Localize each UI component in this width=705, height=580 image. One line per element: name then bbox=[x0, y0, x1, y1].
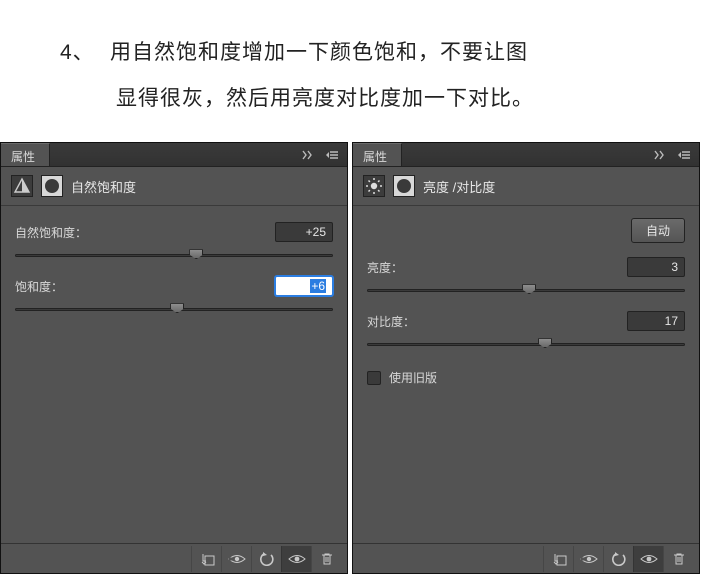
instruction-line2: 显得很灰，然后用亮度对比度加一下对比。 bbox=[60, 76, 645, 122]
instruction-text: 4、用自然饱和度增加一下颜色饱和，不要让图 显得很灰，然后用亮度对比度加一下对比… bbox=[0, 0, 705, 142]
panel-tab-bar: 属性 bbox=[1, 143, 347, 167]
collapse-icon[interactable] bbox=[651, 147, 671, 163]
adjustment-title: 亮度 /对比度 bbox=[423, 177, 495, 196]
clip-to-layer-icon[interactable] bbox=[543, 546, 573, 572]
panel-footer bbox=[1, 543, 347, 573]
view-previous-icon[interactable] bbox=[573, 546, 603, 572]
panel-menu-icon[interactable] bbox=[323, 147, 343, 163]
saturation-label: 饱和度： bbox=[15, 278, 63, 295]
brightness-slider-thumb[interactable] bbox=[522, 284, 536, 294]
saturation-slider[interactable] bbox=[15, 302, 333, 316]
view-previous-icon[interactable] bbox=[221, 546, 251, 572]
panel-footer bbox=[353, 543, 699, 573]
brightness-contrast-panel: 属性 亮度 /对比度 自动 亮度： bbox=[352, 142, 700, 574]
collapse-icon[interactable] bbox=[299, 147, 319, 163]
layer-mask-icon[interactable] bbox=[41, 175, 63, 197]
vibrance-slider[interactable] bbox=[15, 248, 333, 262]
vibrance-slider-thumb[interactable] bbox=[189, 249, 203, 259]
tab-properties[interactable]: 属性 bbox=[353, 143, 402, 166]
visibility-icon[interactable] bbox=[281, 546, 311, 572]
trash-icon[interactable] bbox=[311, 546, 341, 572]
reset-icon[interactable] bbox=[603, 546, 633, 572]
brightness-adjustment-icon bbox=[363, 175, 385, 197]
brightness-label: 亮度： bbox=[367, 259, 403, 276]
instruction-line1: 用自然饱和度增加一下颜色饱和，不要让图 bbox=[110, 41, 528, 64]
saturation-slider-thumb[interactable] bbox=[170, 303, 184, 313]
tab-properties[interactable]: 属性 bbox=[1, 143, 50, 166]
adjustment-title: 自然饱和度 bbox=[71, 177, 136, 196]
vibrance-value[interactable]: +25 bbox=[275, 222, 333, 242]
auto-button[interactable]: 自动 bbox=[631, 218, 685, 243]
reset-icon[interactable] bbox=[251, 546, 281, 572]
contrast-label: 对比度： bbox=[367, 313, 415, 330]
brightness-value[interactable]: 3 bbox=[627, 257, 685, 277]
adjustment-header: 自然饱和度 bbox=[1, 167, 347, 206]
visibility-icon[interactable] bbox=[633, 546, 663, 572]
panel-menu-icon[interactable] bbox=[675, 147, 695, 163]
step-number: 4、 bbox=[60, 30, 110, 76]
saturation-value[interactable]: +6 bbox=[275, 276, 333, 296]
vibrance-panel: 属性 自然饱和度 自然饱和度： +25 bbox=[0, 142, 348, 574]
panel-tab-bar: 属性 bbox=[353, 143, 699, 167]
clip-to-layer-icon[interactable] bbox=[191, 546, 221, 572]
legacy-label: 使用旧版 bbox=[389, 369, 437, 386]
contrast-value[interactable]: 17 bbox=[627, 311, 685, 331]
legacy-checkbox[interactable] bbox=[367, 371, 381, 385]
contrast-slider-thumb[interactable] bbox=[538, 338, 552, 348]
trash-icon[interactable] bbox=[663, 546, 693, 572]
vibrance-adjustment-icon bbox=[11, 175, 33, 197]
vibrance-label: 自然饱和度： bbox=[15, 224, 87, 241]
layer-mask-icon[interactable] bbox=[393, 175, 415, 197]
contrast-slider[interactable] bbox=[367, 337, 685, 351]
adjustment-header: 亮度 /对比度 bbox=[353, 167, 699, 206]
brightness-slider[interactable] bbox=[367, 283, 685, 297]
